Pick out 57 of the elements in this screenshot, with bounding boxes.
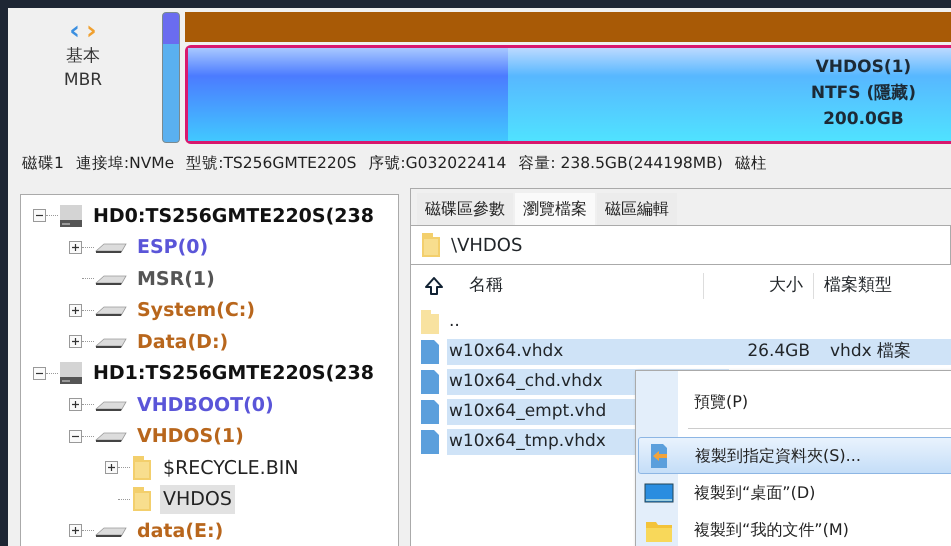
collapse-toggle[interactable] [33,209,46,222]
file-icon [419,428,441,456]
tree-item[interactable]: VHDBOOT(0) [134,390,398,419]
folder-icon [130,454,154,482]
tree-item[interactable]: VHDOS [160,485,235,514]
tree-item[interactable]: data(E:) [134,516,398,545]
tab[interactable]: 瀏覽檔案 [515,193,595,225]
disk-info-text: 連接埠:NVMe [76,153,174,174]
tree-item[interactable]: ESP(0) [134,233,398,262]
tree-item[interactable]: VHDOS(1) [134,422,398,450]
folder-icon [419,308,441,336]
collapse-toggle[interactable] [69,430,82,443]
file-icon [419,368,441,396]
path-text: \VHDOS [451,234,522,258]
disk-type-label: 基本 [66,45,100,68]
drive-icon [58,202,84,229]
tab[interactable]: 磁碟區參數 [417,193,513,225]
tree-item[interactable]: $RECYCLE.BIN [160,454,302,482]
disk-info-text: 容量: 238.5GB(244198MB) [518,153,723,174]
disk-info-text: 序號:G032022414 [368,153,506,174]
menu-item[interactable]: 複製到“我的文件”(M) [638,511,951,546]
expand-toggle[interactable] [69,304,82,317]
expand-toggle[interactable] [69,524,82,538]
file-size: 26.4GB [729,339,822,365]
tree-item[interactable]: HD1:TS256GMTE220S(238 [90,359,377,388]
drive-icon [58,360,84,386]
file-name[interactable]: w10x64.vhdx [447,339,729,365]
tree-item[interactable]: Data(D:) [134,328,398,356]
column-header[interactable]: 名稱 [445,273,703,299]
disk-type-label: MBR [64,69,102,92]
menu-item[interactable]: 複製到“桌面”(D) [638,474,951,511]
tree-item[interactable]: System(C:) [134,296,398,324]
expand-toggle[interactable] [69,398,82,412]
column-header[interactable]: 檔案類型 [813,273,951,299]
disk-info-text: 磁柱 [734,153,767,174]
file-name[interactable]: .. [447,309,729,335]
tree-item[interactable]: HD0:TS256GMTE220S(238 [90,202,377,230]
partition-block[interactable]: VHDOS(1) NTFS (隱藏) 200.0GB [185,45,951,144]
disk-info-text: 磁碟1 [22,153,64,174]
file-icon [419,338,441,366]
tab[interactable]: 磁區編輯 [597,193,677,225]
expand-toggle[interactable] [105,461,118,474]
partition-label: NTFS (隱藏) [810,82,916,105]
disk-info-text: 型號:TS256GMTE220S [186,153,356,174]
collapse-toggle[interactable] [33,366,46,380]
menu-item[interactable]: 複製到指定資料夾(S)... [638,437,951,474]
partition-label: 200.0GB [822,108,905,131]
sort-arrow-icon [423,275,445,297]
expand-toggle[interactable] [69,240,82,254]
file-icon [419,398,441,426]
partition-label: VHDOS(1) [814,56,912,79]
column-header[interactable]: 大小 [703,273,813,299]
folder-icon [419,231,443,259]
expand-toggle[interactable] [69,335,82,348]
folder-icon [130,485,154,514]
tree-item[interactable]: MSR(1) [134,264,398,293]
file-type: vhdx 檔案 [822,339,951,365]
